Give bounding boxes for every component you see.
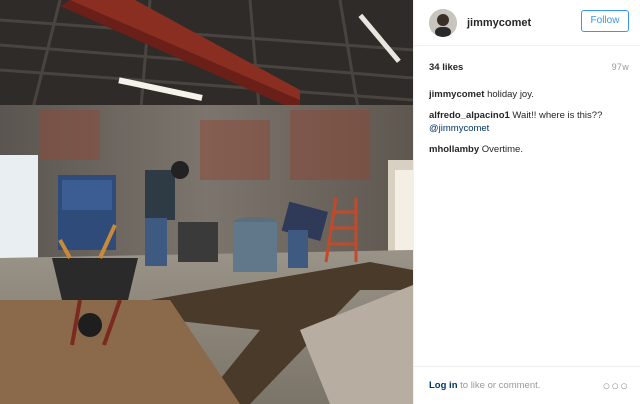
avatar[interactable] [429,8,457,37]
comment-text: holiday joy. [487,89,534,100]
comment-text: Overtime. [481,144,523,155]
comment-text: Wait!! where is this?? [512,110,603,121]
post-header: jimmycomet Follow [414,0,640,46]
comment-item: jimmycomet holiday joy. [429,88,629,101]
post-meta: 34 likes 97w [429,62,629,73]
post-username[interactable]: jimmycomet [467,17,531,29]
post-age[interactable]: 97w [612,62,629,72]
construction-site-photo [0,0,413,404]
post-side-panel: jimmycomet Follow 34 likes 97w jimmycome… [413,0,640,404]
likes-count[interactable]: 34 likes [429,62,463,73]
comment-username[interactable]: jimmycomet [429,89,484,100]
login-prompt: Log in to like or comment. [429,380,540,391]
comment-item: mhollamby Overtime. [429,143,629,156]
mention-link[interactable]: @jimmycomet [429,123,489,134]
comment-username[interactable]: alfredo_alpacino1 [429,110,510,121]
login-link[interactable]: Log in [429,380,458,391]
comment-username[interactable]: mhollamby [429,144,479,155]
comments-list: jimmycomet holiday joy. alfredo_alpacino… [429,88,629,164]
post-footer: Log in to like or comment. ○○○ [414,366,640,404]
post-photo[interactable] [0,0,413,404]
login-prompt-text: to like or comment. [457,380,541,391]
ellipsis-icon[interactable]: ○○○ [602,378,629,393]
follow-button[interactable]: Follow [581,10,629,32]
comment-item: alfredo_alpacino1 Wait!! where is this??… [429,109,629,135]
instagram-post: jimmycomet Follow 34 likes 97w jimmycome… [0,0,640,404]
avatar-image [429,8,457,37]
